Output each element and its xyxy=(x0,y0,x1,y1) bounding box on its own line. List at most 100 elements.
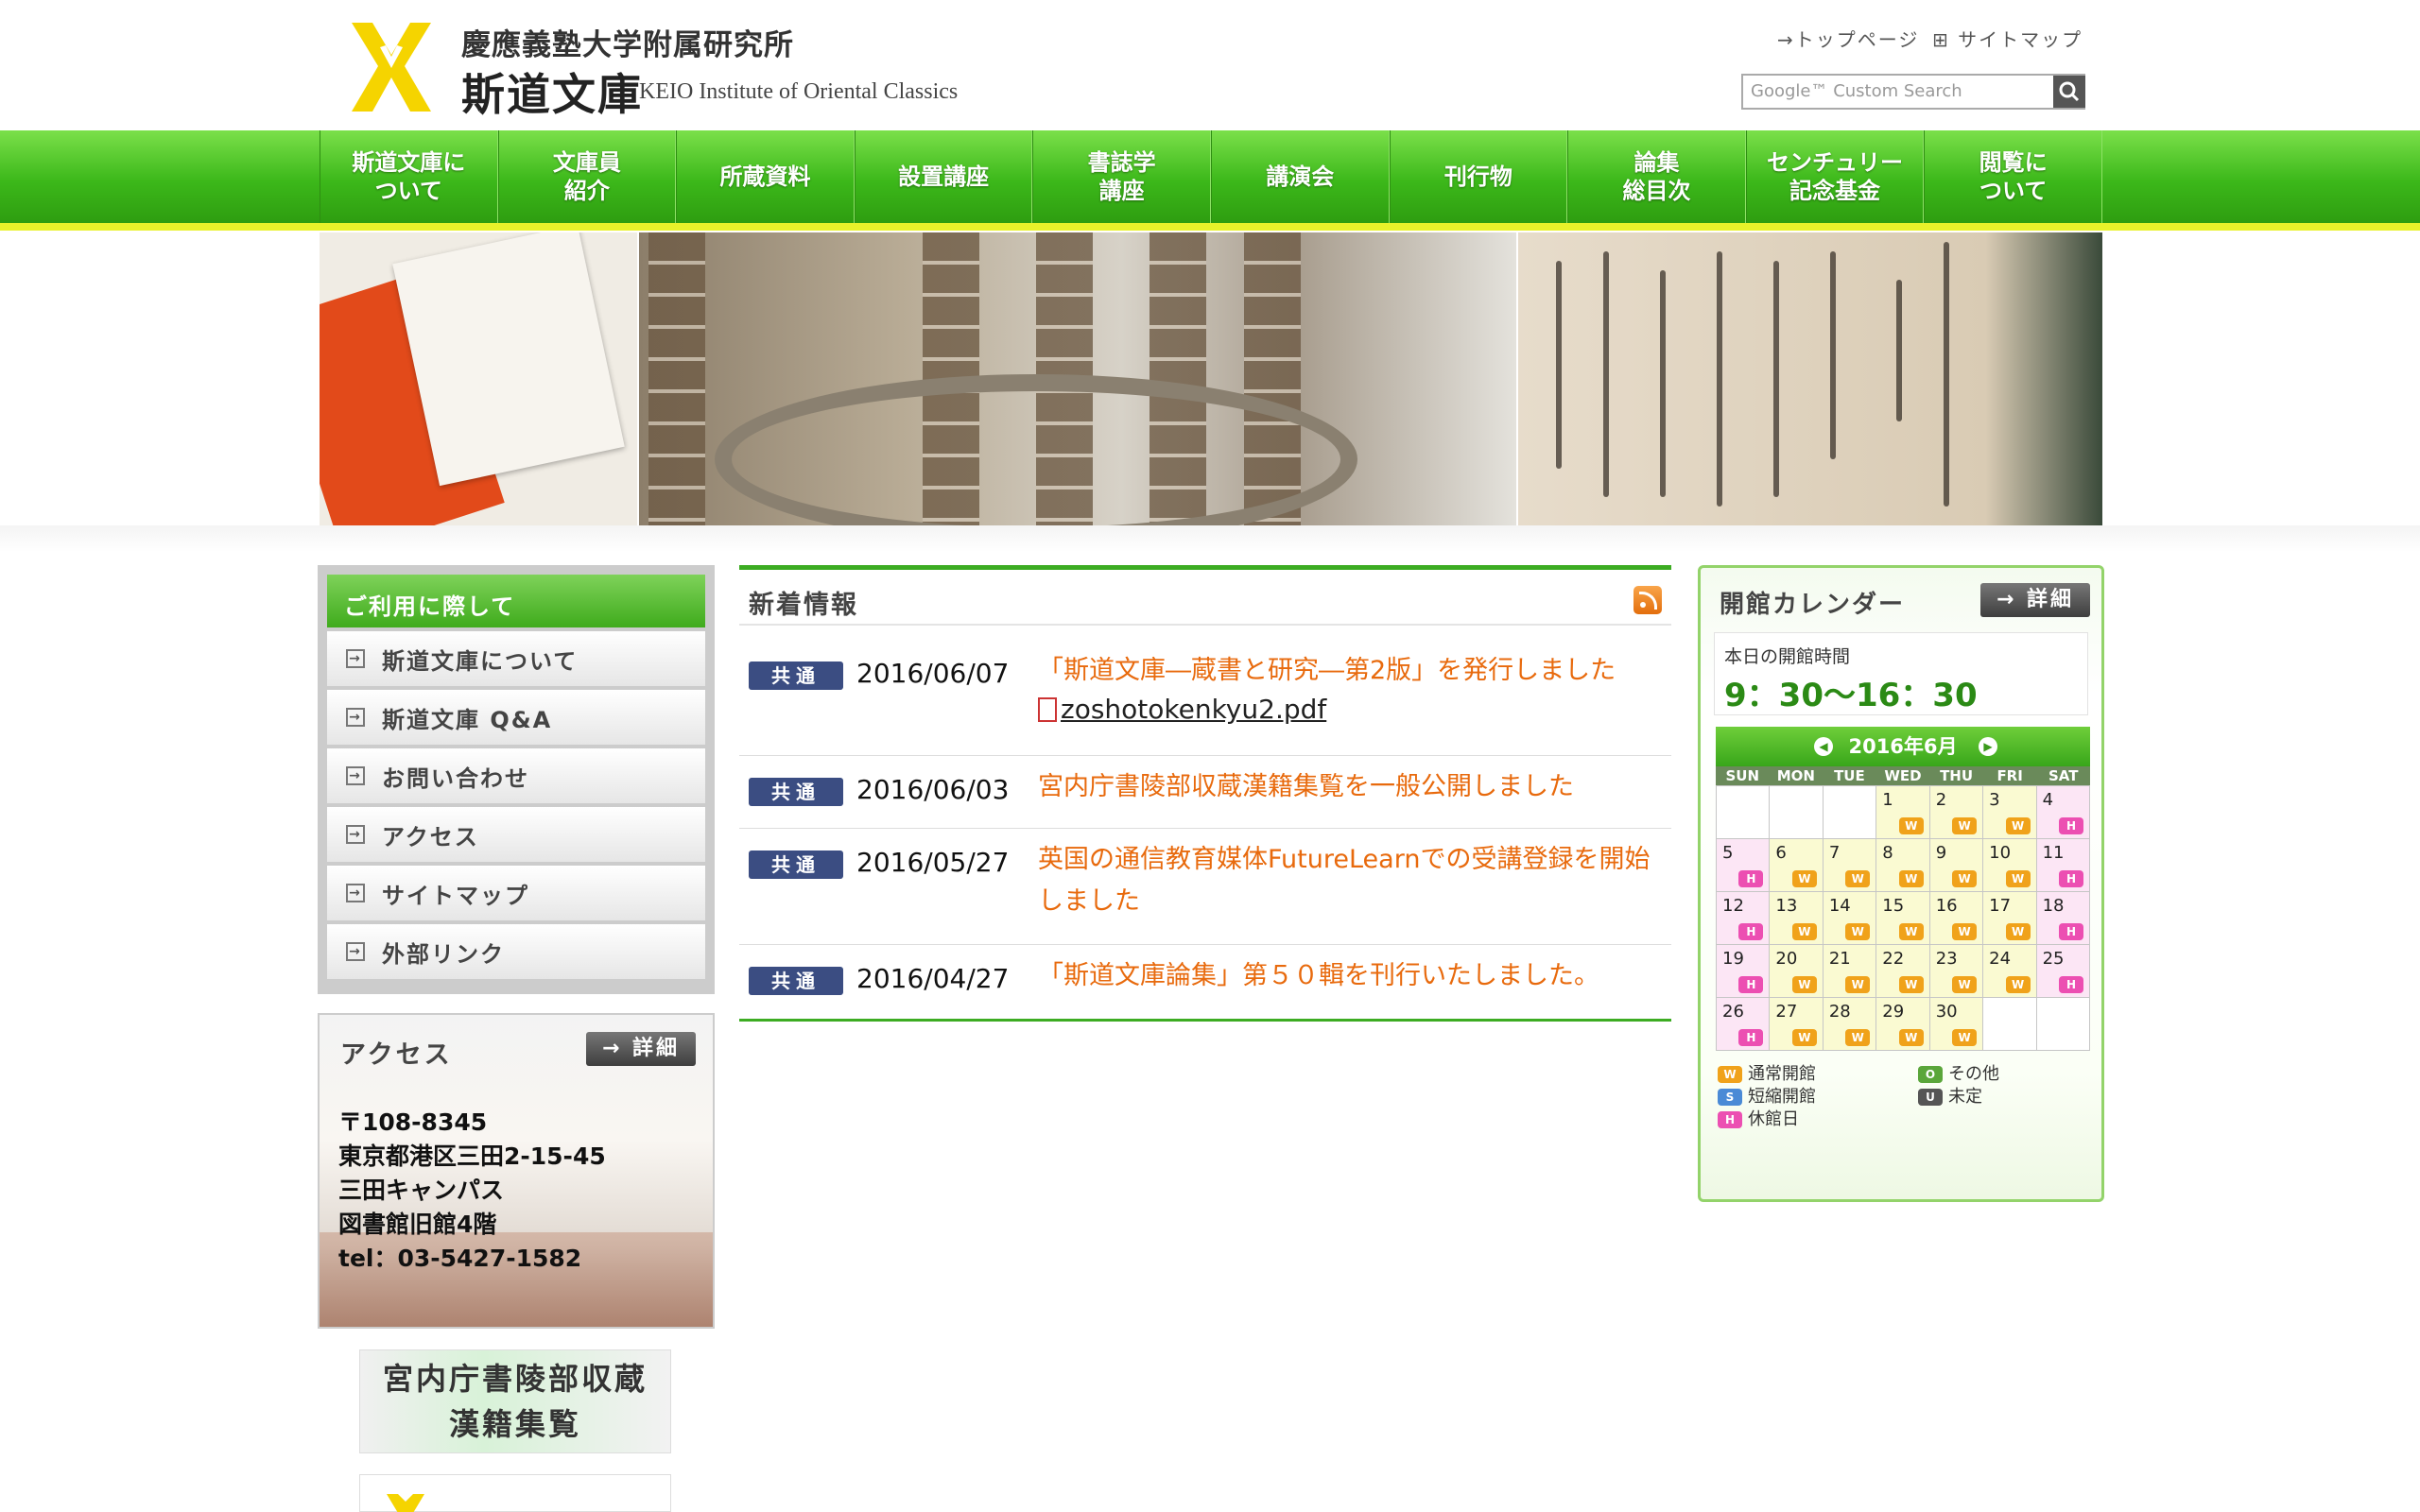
day-number: 6 xyxy=(1775,843,1787,863)
search-button[interactable] xyxy=(2053,76,2085,108)
calendar-day: 4H xyxy=(2036,786,2090,839)
calendar-day: 2W xyxy=(1929,786,1984,839)
sitemap-link[interactable]: ⊞ サイトマップ xyxy=(1932,25,2083,52)
hours-value: 9：30〜16：30 xyxy=(1724,677,1978,714)
next-month-icon[interactable]: ▶ xyxy=(1979,737,1997,756)
legend-label: 休館日 xyxy=(1748,1109,1799,1129)
calendar-day: 3W xyxy=(1983,786,2037,839)
arrow-box-icon: → xyxy=(346,884,365,902)
usage-item-label: サイトマップ xyxy=(382,882,529,909)
status-badge: W xyxy=(1898,817,1924,834)
access-detail-button[interactable]: → 詳細 xyxy=(586,1032,696,1066)
calendar-detail-button[interactable]: → 詳細 xyxy=(1980,583,2090,617)
nav-publications[interactable]: 刊行物 xyxy=(1389,130,1568,223)
keio-pen-logo-icon[interactable] xyxy=(344,19,439,115)
nav-lectures[interactable]: 講演会 xyxy=(1210,130,1390,223)
secondary-banner[interactable] xyxy=(359,1474,671,1512)
banner-line-1: 宮内庁書陵部収蔵 xyxy=(382,1361,648,1397)
prev-month-icon[interactable]: ◀ xyxy=(1814,737,1833,756)
usage-item-contact[interactable]: → お問い合わせ xyxy=(327,748,705,803)
news-date: 2016/05/27 xyxy=(856,847,1010,878)
global-nav: 斯道文庫に ついて 文庫員 紹介 所蔵資料 設置講座 書誌学 講座 講演会 刊行… xyxy=(320,130,2102,223)
usage-menu-title: ご利用に際して xyxy=(327,575,705,627)
usage-item-qa[interactable]: → 斯道文庫 Q&A xyxy=(327,690,705,745)
access-address: 〒108-8345 東京都港区三田2-15-45 三田キャンパス 図書館旧館4階… xyxy=(338,1106,606,1276)
calendar-day: 19 H xyxy=(1717,945,1771,998)
calendar-day: 28 W xyxy=(1823,998,1877,1051)
day-number: 10 xyxy=(1989,843,2012,863)
news-link[interactable]: 宮内庁書陵部収蔵漢籍集覧を一般公開しました xyxy=(1038,766,1662,808)
news-item: 共通 2016/06/03 宮内庁書陵部収蔵漢籍集覧を一般公開しました xyxy=(739,757,1671,829)
status-badge: W xyxy=(1791,1029,1817,1046)
weekday-label: MON xyxy=(1776,767,1815,784)
status-badge: W xyxy=(1898,976,1924,993)
todays-hours: 本日の開館時間 9：30〜16：30 xyxy=(1714,632,2088,715)
day-number: 20 xyxy=(1775,949,1798,969)
nav-about[interactable]: 斯道文庫に ついて xyxy=(320,130,498,223)
arrow-box-icon: → xyxy=(346,825,365,844)
calendar-day: 15 W xyxy=(1876,892,1930,945)
day-number: 16 xyxy=(1935,896,1958,916)
day-number: 28 xyxy=(1828,1002,1851,1022)
calendar-empty-cell xyxy=(2036,998,2090,1051)
calendar-day: 24 W xyxy=(1983,945,2037,998)
news-item: 共通 2016/06/07 「斯道文庫―蔵書と研究―第2版」を発行しました zo… xyxy=(739,650,1671,756)
day-number: 26 xyxy=(1722,1002,1744,1022)
top-page-label: トップページ xyxy=(1794,28,1920,51)
news-tag: 共通 xyxy=(749,778,843,806)
sitemap-icon: ⊞ xyxy=(1932,28,1950,51)
usage-item-sitemap[interactable]: → サイトマップ xyxy=(327,866,705,920)
status-badge: W xyxy=(1791,870,1817,887)
calendar-empty-cell xyxy=(1717,786,1771,839)
status-badge: W xyxy=(1898,923,1924,940)
news-link[interactable]: 「斯道文庫―蔵書と研究―第2版」を発行しました xyxy=(1038,650,1662,692)
day-number: 4 xyxy=(2042,790,2054,810)
day-number: 2 xyxy=(1935,790,1947,810)
day-number: 29 xyxy=(1882,1002,1905,1022)
nav-reading-room[interactable]: 閲覧に ついて xyxy=(1924,130,2102,223)
calendar-title: 開館カレンダー xyxy=(1720,591,1906,619)
hero-banner xyxy=(320,232,2102,525)
kunaicho-collection-banner[interactable]: 宮内庁書陵部収蔵 漢籍集覧 xyxy=(359,1349,671,1453)
search-input[interactable]: Google™ Custom Search xyxy=(1741,74,2085,110)
usage-item-access[interactable]: → アクセス xyxy=(327,807,705,862)
nav-century-fund[interactable]: センチュリー 記念基金 xyxy=(1745,130,1925,223)
calendar-day: 16 W xyxy=(1929,892,1984,945)
site-title[interactable]: 斯道文庫 xyxy=(461,60,643,123)
usage-item-label: 斯道文庫 Q&A xyxy=(382,706,553,733)
status-badge: W xyxy=(1845,923,1871,940)
day-number: 7 xyxy=(1828,843,1841,863)
status-badge: H xyxy=(1738,870,1764,887)
news-link[interactable]: 「斯道文庫論集」第５０輯を刊行いたしました。 xyxy=(1038,955,1662,997)
calendar-day: 20 W xyxy=(1770,945,1824,998)
status-badge: H xyxy=(2058,923,2083,940)
nav-collections[interactable]: 所蔵資料 xyxy=(676,130,855,223)
rss-icon[interactable] xyxy=(1634,586,1662,614)
weekday-label: FRI xyxy=(1996,767,2023,784)
news-link[interactable]: 英国の通信教育媒体FutureLearnでの受講登録を開始しました xyxy=(1038,839,1662,922)
arrow-box-icon: → xyxy=(346,766,365,785)
nav-bibliography-course[interactable]: 書誌学 講座 xyxy=(1032,130,1211,223)
status-badge: H xyxy=(2058,976,2083,993)
usage-item-links[interactable]: → 外部リンク xyxy=(327,924,705,979)
pdf-filename: zoshotokenkyu2.pdf xyxy=(1061,694,1327,725)
nav-staff[interactable]: 文庫員 紹介 xyxy=(497,130,677,223)
news-tag: 共通 xyxy=(749,967,843,995)
search-icon xyxy=(2059,81,2080,102)
usage-item-about[interactable]: → 斯道文庫について xyxy=(327,631,705,686)
site-subtitle: 慶應義塾大学附属研究所 xyxy=(461,28,794,62)
calendar-day: 18 H xyxy=(2036,892,2090,945)
legend-item: H 休館日 xyxy=(1718,1108,1799,1131)
nav-courses[interactable]: 設置講座 xyxy=(854,130,1033,223)
news-title: 新着情報 xyxy=(749,591,858,620)
pdf-attachment-link[interactable]: zoshotokenkyu2.pdf xyxy=(1038,694,1326,725)
phone-number: tel：03-5427-1582 xyxy=(338,1245,582,1272)
day-number: 9 xyxy=(1935,843,1947,863)
day-number: 18 xyxy=(2042,896,2065,916)
legend-item: W 通常開館 xyxy=(1718,1063,1816,1086)
top-page-link[interactable]: →トップページ xyxy=(1777,25,1919,52)
day-number: 1 xyxy=(1882,790,1893,810)
weekday-label: SUN xyxy=(1725,767,1760,784)
legend-item: U 未定 xyxy=(1918,1086,1982,1108)
nav-journal-index[interactable]: 論集 総目次 xyxy=(1567,130,1746,223)
